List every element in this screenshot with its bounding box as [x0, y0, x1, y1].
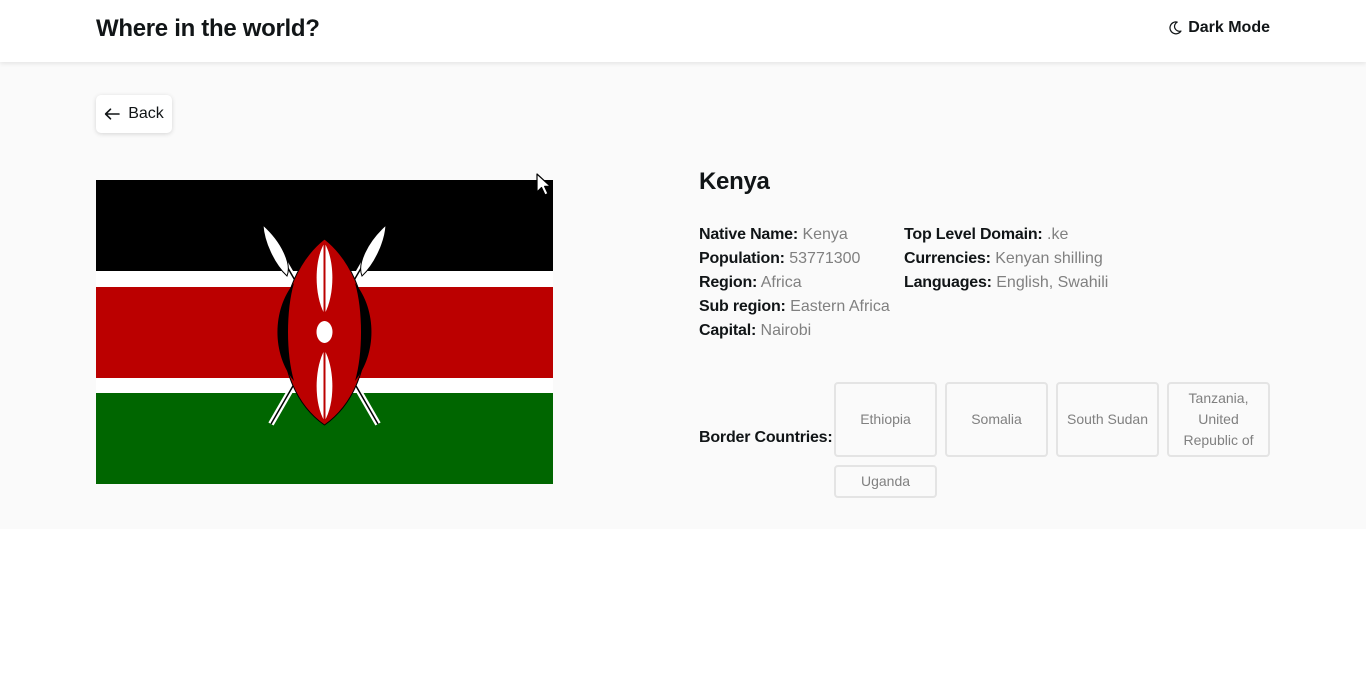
sub-region-label: Sub region:: [699, 298, 786, 315]
border-country-uganda[interactable]: Uganda: [834, 465, 937, 498]
details-column-secondary: Top Level Domain: .ke Currencies: Kenyan…: [904, 223, 1108, 295]
border-countries-label: Border Countries:: [699, 429, 833, 446]
languages-row: Languages: English, Swahili: [904, 271, 1108, 295]
app-title: Where in the world?: [96, 15, 320, 42]
border-country-tanzania[interactable]: Tanzania, United Republic of: [1167, 382, 1270, 457]
moon-icon: [1169, 21, 1182, 35]
sub-region-row: Sub region: Eastern Africa: [699, 295, 890, 319]
native-name-label: Native Name:: [699, 226, 798, 243]
country-detail-page: Back Kenya Native Name: Kenya Population…: [0, 62, 1366, 529]
kenya-flag: [96, 180, 553, 484]
native-name-value: Kenya: [802, 226, 848, 243]
details-column-primary: Native Name: Kenya Population: 53771300 …: [699, 223, 890, 343]
capital-value: Nairobi: [760, 322, 812, 339]
back-button[interactable]: Back: [96, 95, 172, 133]
region-label: Region:: [699, 274, 758, 291]
dark-mode-label: Dark Mode: [1188, 19, 1270, 36]
app-header: Where in the world? Dark Mode: [0, 0, 1366, 62]
currencies-label: Currencies:: [904, 250, 991, 267]
currencies-value: Kenyan shilling: [995, 250, 1103, 267]
mouse-cursor-icon: [536, 173, 552, 196]
border-country-ethiopia[interactable]: Ethiopia: [834, 382, 937, 457]
currencies-row: Currencies: Kenyan shilling: [904, 247, 1108, 271]
region-value: Africa: [760, 274, 802, 291]
native-name-row: Native Name: Kenya: [699, 223, 890, 247]
population-value: 53771300: [789, 250, 861, 267]
tld-label: Top Level Domain:: [904, 226, 1043, 243]
country-details: Kenya Native Name: Kenya Population: 537…: [699, 168, 1108, 339]
tld-value: .ke: [1047, 226, 1069, 243]
population-label: Population:: [699, 250, 785, 267]
country-name: Kenya: [699, 168, 770, 195]
population-row: Population: 53771300: [699, 247, 890, 271]
languages-value: English, Swahili: [996, 274, 1109, 291]
arrow-left-icon: [105, 108, 121, 120]
sub-region-value: Eastern Africa: [790, 298, 890, 315]
tld-row: Top Level Domain: .ke: [904, 223, 1108, 247]
back-label: Back: [128, 105, 164, 122]
border-country-south-sudan[interactable]: South Sudan: [1056, 382, 1159, 457]
capital-row: Capital: Nairobi: [699, 319, 890, 343]
region-row: Region: Africa: [699, 271, 890, 295]
dark-mode-toggle[interactable]: Dark Mode: [1168, 19, 1270, 37]
languages-label: Languages:: [904, 274, 992, 291]
capital-label: Capital:: [699, 322, 757, 339]
border-country-somalia[interactable]: Somalia: [945, 382, 1048, 457]
